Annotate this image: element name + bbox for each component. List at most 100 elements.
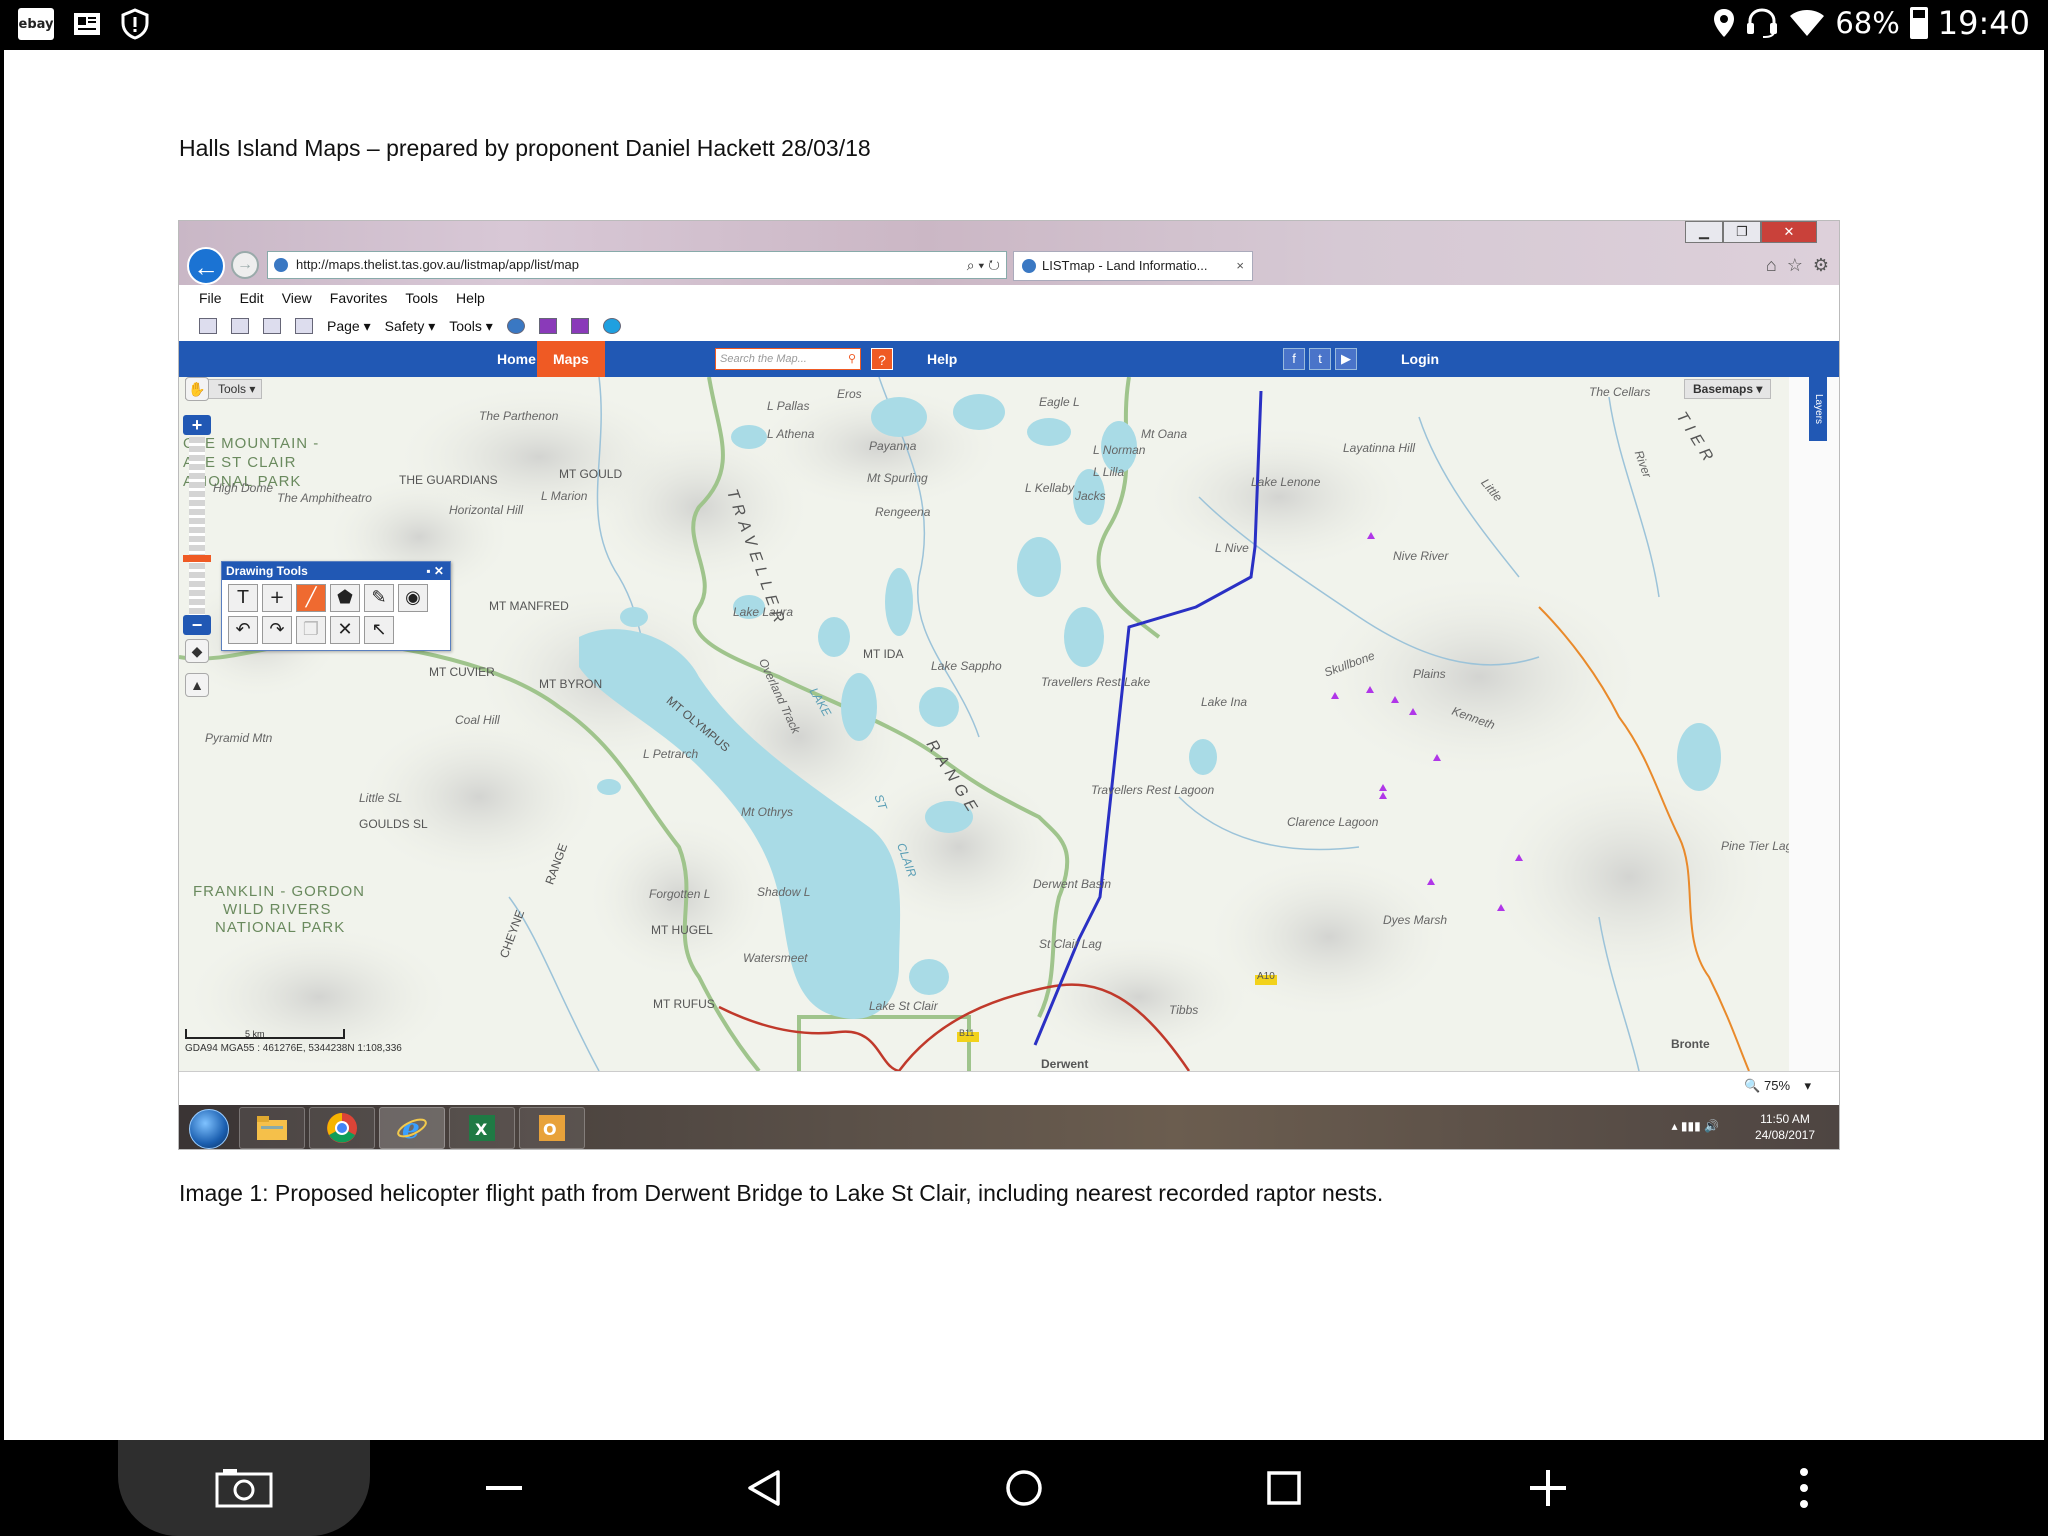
- map-canvas[interactable]: OLE MOUNTAIN - AKE ST CLAIR ATIONAL PARK…: [179, 377, 1789, 1071]
- map-label-travellers-rest-lake: Travellers Rest Lake: [1041, 675, 1151, 689]
- facebook-icon[interactable]: f: [1283, 348, 1305, 370]
- page-menu[interactable]: Page ▾: [327, 318, 371, 335]
- chrome-icon[interactable]: [309, 1107, 375, 1149]
- search-icon[interactable]: ⚲: [848, 349, 856, 369]
- back-icon[interactable]: [734, 1462, 794, 1514]
- more-icon[interactable]: [1774, 1462, 1834, 1514]
- map-label-payanna: Payanna: [869, 439, 917, 453]
- outlook-icon[interactable]: O: [519, 1107, 585, 1149]
- print-icon[interactable]: [295, 318, 313, 334]
- menu-view[interactable]: View: [282, 290, 312, 306]
- close-icon[interactable]: ✕: [1761, 221, 1817, 243]
- copy-tool-icon[interactable]: ❐: [296, 616, 326, 644]
- map-tools-label: Tools: [218, 382, 247, 396]
- safety-menu[interactable]: Safety ▾: [385, 318, 436, 335]
- minimize-icon[interactable]: ▁: [1685, 221, 1723, 243]
- location-icon: [1714, 9, 1735, 37]
- menu-edit[interactable]: Edit: [240, 290, 264, 306]
- basemaps-button[interactable]: Basemaps ▾: [1684, 379, 1772, 399]
- star-icon[interactable]: ☆: [1787, 255, 1803, 276]
- map-label-mt-manfred: MT MANFRED: [489, 599, 569, 613]
- help-question-icon[interactable]: ?: [871, 348, 893, 370]
- freehand-tool-icon[interactable]: ✎: [364, 584, 394, 612]
- pan-hand-icon[interactable]: ✋: [185, 377, 209, 401]
- back-arrow-icon[interactable]: ←: [187, 247, 225, 285]
- map-label-watersmeet: Watersmeet: [743, 951, 808, 965]
- map-label-lake-lenone: Lake Lenone: [1251, 475, 1321, 489]
- drawing-tools-title: Drawing Tools: [226, 564, 308, 578]
- search-refresh-icons[interactable]: ⌕ ▾ ↻: [967, 252, 1000, 278]
- clock: 19:40: [1937, 4, 2030, 42]
- layers-tab[interactable]: Layers: [1809, 377, 1827, 441]
- map-search-input[interactable]: Search the Map... ⚲: [715, 348, 861, 370]
- home-icon[interactable]: [994, 1462, 1054, 1514]
- gear-icon[interactable]: ⚙: [1813, 255, 1829, 276]
- menu-tools[interactable]: Tools: [405, 290, 438, 306]
- map-label-layatinna-hill: Layatinna Hill: [1343, 441, 1416, 455]
- undo-icon[interactable]: ↶: [228, 616, 258, 644]
- map-label-shadow-l: Shadow L: [757, 885, 811, 899]
- map-label-l-norman: L Norman: [1093, 443, 1146, 457]
- tab-close-icon[interactable]: ×: [1236, 252, 1244, 280]
- start-orb[interactable]: [189, 1109, 229, 1149]
- browser-tab[interactable]: LISTmap - Land Informatio... ×: [1013, 251, 1253, 281]
- excel-icon[interactable]: X: [449, 1107, 515, 1149]
- nav-help[interactable]: Help: [927, 341, 957, 377]
- text-tool-icon[interactable]: T: [228, 584, 258, 612]
- twitter-icon[interactable]: t: [1309, 348, 1331, 370]
- map-label-l-marion: L Marion: [541, 489, 588, 503]
- zoom-slider[interactable]: + −: [183, 415, 211, 635]
- system-tray[interactable]: ▴ ▮▮▮ 🔊: [1672, 1119, 1719, 1133]
- skype-icon[interactable]: [602, 318, 621, 334]
- point-tool-icon[interactable]: +: [262, 584, 292, 612]
- onenote-linked-icon[interactable]: [570, 318, 589, 334]
- tasmania-extent-icon[interactable]: ◆: [185, 639, 209, 663]
- menu-file[interactable]: File: [199, 290, 222, 306]
- map-search-placeholder: Search the Map...: [720, 353, 807, 365]
- tools-menu[interactable]: Tools ▾: [449, 318, 493, 335]
- north-arrow-icon[interactable]: ▲: [185, 673, 209, 697]
- zoom-out-icon[interactable]: −: [183, 615, 211, 635]
- select-arrow-icon[interactable]: ↖: [364, 616, 394, 644]
- zoom-thumb[interactable]: [183, 555, 211, 562]
- nav-home[interactable]: Home: [497, 341, 536, 377]
- ie-icon[interactable]: e: [379, 1107, 445, 1149]
- map-label-park-franklin: FRANKLIN - GORDON: [193, 883, 366, 900]
- line-tool-icon[interactable]: ╱: [296, 584, 326, 612]
- menu-favorites[interactable]: Favorites: [330, 290, 388, 306]
- maximize-icon[interactable]: ❐: [1723, 221, 1761, 243]
- home-page-icon[interactable]: [199, 318, 217, 334]
- help-icon[interactable]: [506, 318, 525, 334]
- youtube-icon[interactable]: ▶: [1335, 348, 1357, 370]
- screenshot-icon[interactable]: [214, 1462, 274, 1514]
- circle-tool-icon[interactable]: ◉: [398, 584, 428, 612]
- file-explorer-icon[interactable]: [239, 1107, 305, 1149]
- zoom-in-icon[interactable]: +: [183, 415, 211, 435]
- map-label-l-pallas: L Pallas: [767, 399, 810, 413]
- recents-icon[interactable]: [1254, 1462, 1314, 1514]
- map-label-l-athena: L Athena: [767, 427, 815, 441]
- zoom-level-control[interactable]: 🔍 75% ▾: [1744, 1078, 1811, 1094]
- svg-text:X: X: [475, 1120, 488, 1139]
- drawing-tools-window-buttons[interactable]: ▪ ✕: [426, 562, 444, 580]
- onenote-icon[interactable]: [538, 318, 557, 334]
- redo-icon[interactable]: ↷: [262, 616, 292, 644]
- nav-login[interactable]: Login: [1401, 341, 1439, 377]
- menu-help[interactable]: Help: [456, 290, 485, 306]
- mail-icon[interactable]: [263, 318, 281, 334]
- address-bar[interactable]: http://maps.thelist.tas.gov.au/listmap/a…: [267, 251, 1007, 279]
- zoom-track[interactable]: [189, 437, 205, 617]
- tab-title: LISTmap - Land Informatio...: [1042, 258, 1208, 273]
- forward-arrow-icon[interactable]: →: [231, 251, 259, 279]
- delete-tool-icon[interactable]: ✕: [330, 616, 360, 644]
- map-label-derwent-basin: Derwent Basin: [1033, 877, 1112, 891]
- nav-maps[interactable]: Maps: [537, 341, 605, 377]
- taskbar-clock[interactable]: 11:50 AM 24/08/2017: [1755, 1111, 1815, 1143]
- plus-icon[interactable]: [1518, 1462, 1578, 1514]
- home-icon[interactable]: ⌂: [1766, 255, 1777, 276]
- minus-icon[interactable]: [474, 1462, 534, 1514]
- feeds-icon[interactable]: [231, 318, 249, 334]
- map-label-goulds: GOULDS SL: [359, 817, 428, 831]
- map-label-rengeena: Rengeena: [875, 505, 931, 519]
- polygon-tool-icon[interactable]: ⬟: [330, 584, 360, 612]
